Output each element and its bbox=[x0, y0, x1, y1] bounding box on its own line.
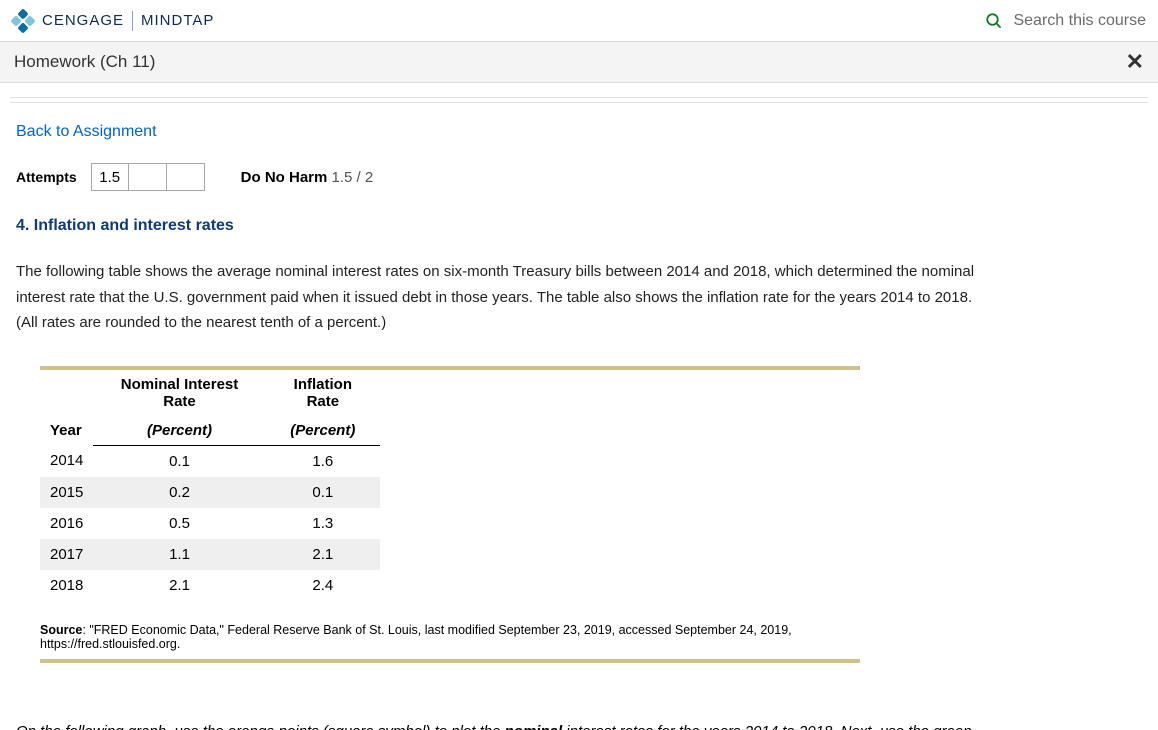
content-scroll[interactable]: Back to Assignment Attempts 1.5 Do No Ha… bbox=[0, 83, 1158, 730]
cell-year: 2014 bbox=[40, 445, 93, 477]
col-header-year: Year bbox=[40, 370, 93, 446]
search-area[interactable]: Search this course bbox=[985, 12, 1146, 30]
cell-year: 2017 bbox=[40, 539, 93, 570]
cell-nominal: 0.5 bbox=[93, 508, 265, 539]
cell-year: 2015 bbox=[40, 477, 93, 508]
attempts-row: Attempts 1.5 Do No Harm 1.5 / 2 bbox=[16, 163, 1142, 191]
app-header: CENGAGE MINDTAP Search this course bbox=[0, 0, 1158, 42]
assignment-title: Homework (Ch 11) bbox=[14, 52, 155, 72]
table-row: 2014 0.1 1.6 bbox=[40, 445, 380, 477]
cell-inflation: 1.3 bbox=[266, 508, 380, 539]
cell-inflation: 2.1 bbox=[266, 539, 380, 570]
cell-year: 2016 bbox=[40, 508, 93, 539]
cell-inflation: 1.6 bbox=[266, 445, 380, 477]
table-row: 2017 1.1 2.1 bbox=[40, 539, 380, 570]
attempt-box-3 bbox=[167, 163, 205, 191]
instruction-bold-nominal: nominal bbox=[505, 723, 563, 730]
source-text: : "FRED Economic Data," Federal Reserve … bbox=[40, 623, 792, 651]
cell-year: 2018 bbox=[40, 570, 93, 601]
brand-primary: CENGAGE bbox=[42, 12, 124, 29]
cell-nominal: 1.1 bbox=[93, 539, 265, 570]
col-unit-inflation: (Percent) bbox=[266, 416, 380, 446]
instruction-pre: On the following graph, use the orange p… bbox=[16, 723, 505, 730]
cell-inflation: 2.4 bbox=[266, 570, 380, 601]
col-unit-nominal: (Percent) bbox=[93, 416, 265, 446]
cell-nominal: 0.2 bbox=[93, 477, 265, 508]
brand-separator bbox=[132, 11, 133, 31]
divider bbox=[10, 97, 1148, 98]
attempt-boxes: 1.5 bbox=[91, 163, 205, 191]
search-icon[interactable] bbox=[985, 12, 1003, 30]
cell-nominal: 0.1 bbox=[93, 445, 265, 477]
question-title: 4. Inflation and interest rates bbox=[16, 217, 1142, 235]
attempt-box-2 bbox=[129, 163, 167, 191]
attempts-label: Attempts bbox=[16, 169, 77, 185]
brand-text: CENGAGE MINDTAP bbox=[42, 11, 214, 31]
brand-area: CENGAGE MINDTAP bbox=[12, 10, 214, 32]
attempt-box-1: 1.5 bbox=[91, 163, 129, 191]
cengage-logo-icon bbox=[12, 10, 34, 32]
cell-inflation: 0.1 bbox=[266, 477, 380, 508]
do-no-harm-value: 1.5 / 2 bbox=[332, 169, 374, 186]
source-label: Source bbox=[40, 623, 82, 637]
table-row: 2015 0.2 0.1 bbox=[40, 477, 380, 508]
table-row: 2016 0.5 1.3 bbox=[40, 508, 380, 539]
source-line: Source: "FRED Economic Data," Federal Re… bbox=[40, 623, 860, 651]
col-header-inflation: Inflation Rate bbox=[266, 370, 380, 416]
search-placeholder[interactable]: Search this course bbox=[1013, 12, 1146, 30]
back-to-assignment-link[interactable]: Back to Assignment bbox=[16, 113, 157, 163]
table-bottom-rule bbox=[40, 659, 860, 663]
brand-secondary: MINDTAP bbox=[141, 12, 214, 29]
cell-nominal: 2.1 bbox=[93, 570, 265, 601]
question-intro: The following table shows the average no… bbox=[16, 259, 976, 336]
rates-table: Year Nominal Interest Rate Inflation Rat… bbox=[40, 370, 380, 601]
do-no-harm-label: Do No Harm bbox=[241, 169, 328, 186]
close-icon[interactable]: ✕ bbox=[1126, 49, 1144, 75]
assignment-header: Homework (Ch 11) ✕ bbox=[0, 42, 1158, 83]
col-header-nominal: Nominal Interest Rate bbox=[93, 370, 265, 416]
data-table-section: Year Nominal Interest Rate Inflation Rat… bbox=[40, 366, 860, 663]
graph-instruction: On the following graph, use the orange p… bbox=[16, 719, 976, 730]
content-body: Back to Assignment Attempts 1.5 Do No Ha… bbox=[0, 103, 1158, 730]
table-row: 2018 2.1 2.4 bbox=[40, 570, 380, 601]
do-no-harm: Do No Harm 1.5 / 2 bbox=[241, 169, 374, 186]
